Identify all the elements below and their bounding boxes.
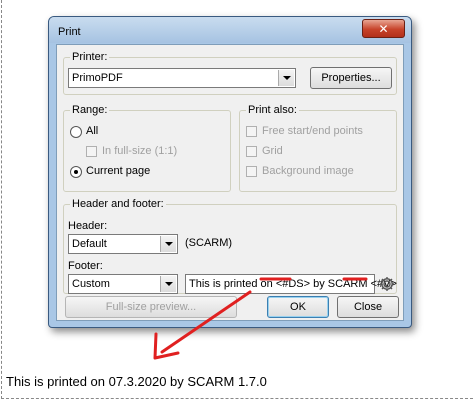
- arrow-head-icon: [153, 332, 180, 360]
- annotation-overlay: [153, 277, 368, 360]
- page: Print ✕ Printer: PrimoPDF Properties... …: [0, 0, 474, 400]
- arrow-shaft: [160, 290, 252, 354]
- result-caption: This is printed on 07.3.2020 by SCARM 1.…: [6, 374, 267, 389]
